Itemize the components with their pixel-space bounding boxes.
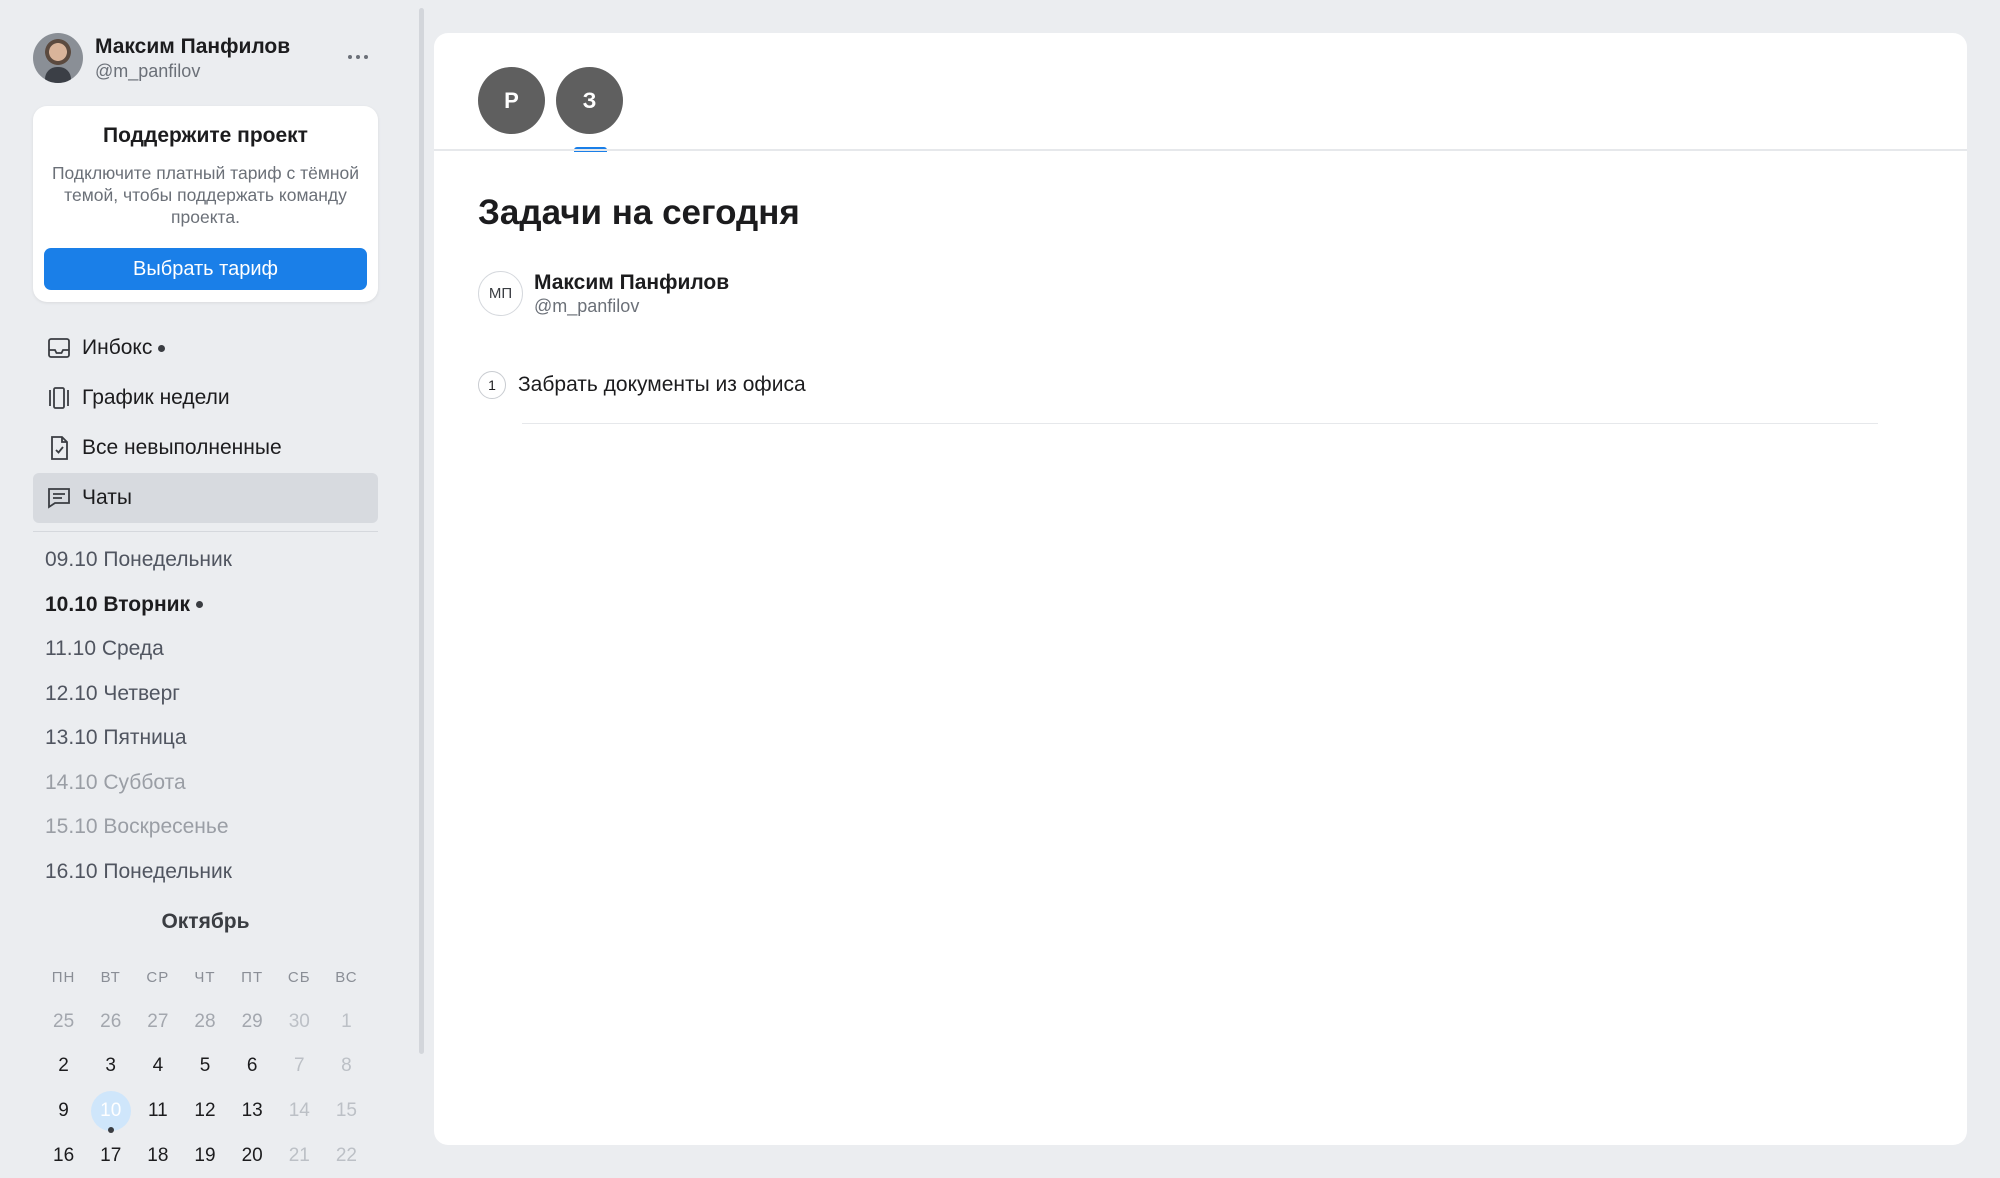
tabs-divider [434,149,1967,151]
more-options-icon[interactable] [338,42,378,72]
calendar-day[interactable]: 6 [229,1055,276,1077]
inbox-icon [48,338,70,358]
day-item[interactable]: 13.10 Пятница [45,716,375,761]
calendar-week: 2 3 4 5 6 7 8 [40,1044,370,1089]
day-item[interactable]: 12.10 Четверг [45,672,375,717]
main-panel: Р З Задачи на сегодня МП Максим Панфилов… [434,33,1967,1145]
calendar-day[interactable]: 20 [229,1145,276,1167]
tab-chat-r[interactable]: Р [478,67,545,134]
promo-title: Поддержите проект [103,124,308,147]
calendar-day[interactable]: 25 [40,1011,87,1033]
promo-card: Поддержите проект Подключите платный тар… [33,106,378,302]
calendar-day[interactable]: 15 [323,1100,370,1122]
sidebar: Максим Панфилов @m_panfilov Поддержите п… [0,0,420,1178]
profile[interactable]: Максим Панфилов @m_panfilov [33,32,378,84]
calendar-day[interactable]: 18 [134,1145,181,1167]
day-item[interactable]: 14.10 Суббота [45,761,375,806]
sidebar-item-label: Чаты [82,486,132,509]
calendar-day[interactable]: 16 [40,1145,87,1167]
task-text[interactable]: Забрать документы из офиса [518,373,806,397]
weekday-label: ЧТ [194,968,216,986]
calendar-week: 9 10 11 12 13 14 15 [40,1089,370,1134]
author-avatar[interactable]: МП [478,271,523,316]
author-text: Максим Панфилов @m_panfilov [534,270,729,317]
calendar-day[interactable]: 22 [323,1145,370,1167]
sidebar-item-label: Инбокс [82,336,153,359]
calendar-day[interactable]: 14 [276,1100,323,1122]
calendar-day[interactable]: 29 [229,1011,276,1033]
task-divider [522,423,1878,424]
sidebar-scrollbar[interactable] [419,8,424,1054]
calendar-day[interactable]: 4 [134,1055,181,1077]
sidebar-divider [33,531,378,532]
calendar-week: 25 26 27 28 29 30 1 [40,1000,370,1045]
calendar-day[interactable]: 7 [276,1055,323,1077]
calendar-day[interactable]: 8 [323,1055,370,1077]
calendar-day[interactable]: 28 [181,1011,228,1033]
day-item[interactable]: 15.10 Воскресенье [45,805,375,850]
calendar-day[interactable]: 21 [276,1145,323,1167]
choose-plan-button[interactable]: Выбрать тариф [44,248,367,290]
weekday-label: ПТ [241,968,264,986]
chat-icon [48,488,70,509]
weekday-label: ПН [51,968,76,986]
sidebar-item-all-incomplete[interactable]: Все невыполненные [33,423,378,473]
chat-tabs: Р З [478,67,623,152]
sidebar-item-week-schedule[interactable]: График недели [33,373,378,423]
author-name: Максим Панфилов [534,271,730,294]
sidebar-item-label: Все невыполненные [82,436,282,459]
calendar-day-number: 10 [90,1091,131,1132]
task-item[interactable]: 1 Забрать документы из офиса [478,371,806,399]
avatar[interactable] [33,33,83,83]
page-title: Задачи на сегодня [478,193,800,232]
tab-chat-z[interactable]: З [556,67,623,152]
calendar-day[interactable]: 13 [229,1100,276,1122]
weekday-label: ВТ [100,968,121,986]
calendar-day[interactable]: 27 [134,1011,181,1033]
day-item-label: 10.10 Вторник [45,592,191,616]
weekday-label: СБ [287,968,311,986]
document-check-icon [51,436,68,460]
author-handle: @m_panfilov [534,296,640,316]
sidebar-item-chats[interactable]: Чаты [33,473,378,523]
day-item[interactable]: 09.10 Понедельник [45,538,375,583]
sidebar-nav: Инбокс График недели Все невыполненные Ч [33,323,378,523]
calendar-month: Октябрь [161,910,250,933]
day-list: 09.10 Понедельник 10.10 Вторник 11.10 Ср… [45,538,375,894]
calendar-day[interactable]: 3 [87,1055,134,1077]
calendar-day[interactable]: 30 [276,1011,323,1033]
calendar-day[interactable]: 19 [181,1145,228,1167]
calendar-day[interactable]: 17 [87,1145,134,1167]
day-item[interactable]: 16.10 Понедельник [45,850,375,895]
calendar-day[interactable]: 11 [134,1100,181,1122]
calendar-week: 16 17 18 19 20 21 22 [40,1133,370,1178]
weekday-label: ВС [335,968,358,986]
sidebar-item-inbox[interactable]: Инбокс [33,323,378,373]
promo-text: Подключите платный тариф с тёмной темой,… [51,163,360,227]
week-schedule-icon [49,387,69,409]
calendar-day-today[interactable]: 10 [87,1091,134,1134]
calendar-day[interactable]: 5 [181,1055,228,1077]
calendar-day[interactable]: 26 [87,1011,134,1033]
calendar-day[interactable]: 2 [40,1055,87,1077]
unread-dot [196,601,204,609]
day-item-today[interactable]: 10.10 Вторник [45,583,375,628]
profile-handle: @m_panfilov [95,61,201,81]
calendar-day[interactable]: 12 [181,1100,228,1122]
unread-dot [158,344,166,352]
task-number-badge[interactable]: 1 [478,371,506,399]
calendar-day[interactable]: 9 [40,1100,87,1122]
profile-text: Максим Панфилов @m_panfilov [95,34,290,82]
calendar-day[interactable]: 1 [323,1011,370,1033]
task-author: МП Максим Панфилов @m_panfilov [478,270,729,317]
day-item[interactable]: 11.10 Среда [45,627,375,672]
calendar-weekdays: ПН ВТ СР ЧТ ПТ СБ ВС [40,955,370,1000]
profile-name: Максим Панфилов [95,35,291,58]
mini-calendar: ПН ВТ СР ЧТ ПТ СБ ВС 25 26 27 28 29 30 1… [40,955,370,1178]
sidebar-item-label: График недели [82,386,230,409]
weekday-label: СР [146,968,170,986]
